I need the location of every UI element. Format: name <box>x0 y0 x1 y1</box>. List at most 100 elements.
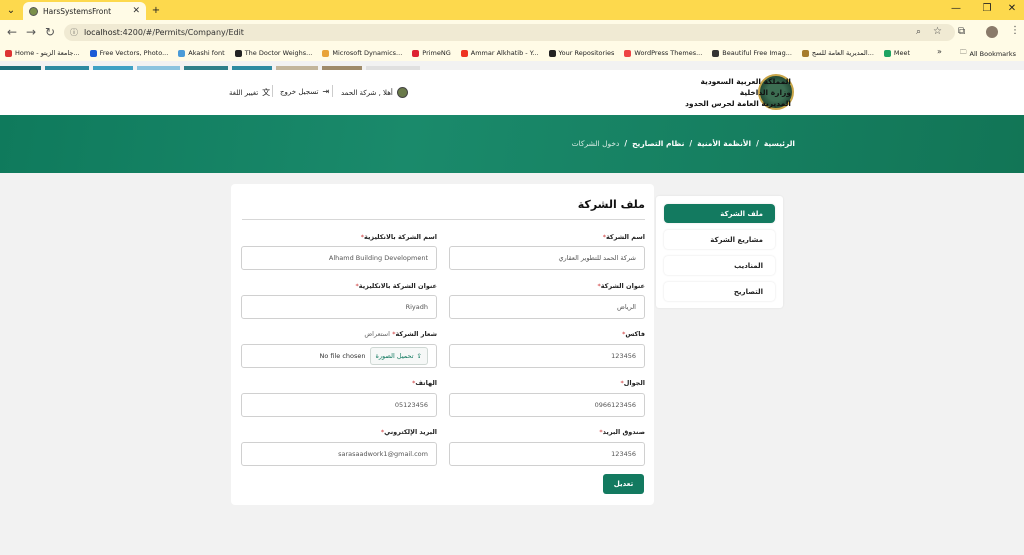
bookmark-label: Meet <box>893 49 911 57</box>
edit-button-label: تعديل <box>613 480 634 488</box>
bookmark-favicon-icon <box>801 49 809 57</box>
bookmark-item[interactable]: Ammar Alkhatib - Y... <box>456 45 544 61</box>
nav-divider <box>332 85 333 97</box>
bookmark-item[interactable]: Home - جامعة الزيتو... <box>0 45 85 61</box>
phone-input[interactable]: 05123456 <box>241 393 437 417</box>
upload-label: تحميل الصورة <box>375 352 414 360</box>
bookmark-favicon-icon <box>460 49 468 57</box>
bookmark-label: Akashi font <box>188 49 225 57</box>
bookmark-item[interactable]: Akashi font <box>173 45 229 61</box>
phone-label: الهاتف* <box>412 379 437 387</box>
mobile-label: الجوال* <box>620 379 645 387</box>
address-bar[interactable]: ⓘ localhost:4200/#/Permits/Company/Edit <box>64 24 955 41</box>
bookmark-item[interactable]: Microsoft Dynamics... <box>317 45 407 61</box>
sidebar-item-label: التصاريح <box>733 287 763 296</box>
back-icon[interactable]: ← <box>5 25 19 39</box>
menu-icon[interactable]: ⋮ <box>1010 25 1020 36</box>
user-greeting[interactable]: أهلا , شركة الحمد <box>341 87 408 98</box>
all-bookmarks[interactable]: 🗀 All Bookmarks <box>960 48 1016 59</box>
company-name-en-input[interactable]: Alhamd Building Development <box>241 246 437 270</box>
company-sidebar: ملف الشركة مشاريع الشركة المناديب التصار… <box>656 196 783 308</box>
bookmark-item[interactable]: Your Repositories <box>544 45 620 61</box>
email-label: البريد الإلكتروني* <box>380 428 437 436</box>
new-tab-button[interactable]: + <box>149 3 163 17</box>
greeting-text: أهلا , شركة الحمد <box>341 88 393 97</box>
company-address-ar-input[interactable]: الرياض <box>449 295 645 319</box>
bookmark-label: Ammar Alkhatib - Y... <box>470 49 539 57</box>
sidebar-item-permits[interactable]: التصاريح <box>664 282 775 301</box>
logo-file-input[interactable]: تحميل الصورة ⇪ No file chosen <box>241 344 437 368</box>
company-name-en-label: اسم الشركة بالانكليزية* <box>360 233 437 241</box>
bookmark-favicon-icon <box>548 49 556 57</box>
bookmark-favicon-icon <box>883 49 891 57</box>
zoom-icon[interactable]: ⌕ <box>916 27 921 37</box>
bookmark-item[interactable]: The Doctor Weighs... <box>230 45 318 61</box>
bookmark-item[interactable]: Beautiful Free Imag... <box>707 45 797 61</box>
logout-icon: ⇥ <box>322 87 330 96</box>
sidebar-item-label: ملف الشركة <box>720 209 763 218</box>
folder-icon: 🗀 <box>960 48 967 56</box>
bookmark-favicon-icon <box>624 49 632 57</box>
mobile-input[interactable]: 0966123456 <box>449 393 645 417</box>
bookmark-favicon-icon <box>322 49 330 57</box>
company-name-ar-label: اسم الشركة* <box>602 233 645 241</box>
site-info-icon[interactable]: ⓘ <box>70 27 78 38</box>
breadcrumb: الرئيسية / الأنظمة الأمنية / نظام التصار… <box>572 139 795 148</box>
company-address-en-input[interactable]: Riyadh <box>241 295 437 319</box>
po-box-input[interactable]: 123456 <box>449 442 645 466</box>
upload-icon: ⇪ <box>416 352 422 360</box>
sidebar-item-label: المناديب <box>734 261 763 270</box>
breadcrumb-home[interactable]: الرئيسية <box>764 139 795 148</box>
bookmark-item[interactable]: PrimeNG <box>407 45 456 61</box>
bookmark-item[interactable]: WordPress Themes... <box>619 45 707 61</box>
header-ministry: وزارة الداخلية <box>739 88 791 97</box>
language-label: تغيير اللغة <box>229 88 259 97</box>
breadcrumb-permits-system[interactable]: نظام التصاريح <box>632 139 684 148</box>
forward-icon[interactable]: → <box>24 25 38 39</box>
upload-image-button[interactable]: تحميل الصورة ⇪ <box>369 347 428 365</box>
breadcrumb-separator: / <box>756 139 759 148</box>
header-directorate: المديرية العامة لحرس الحدود <box>685 99 791 108</box>
bookmark-item[interactable]: Free Vectors, Photo... <box>85 45 174 61</box>
bookmark-label: WordPress Themes... <box>634 49 703 57</box>
company-logo-label: شعار الشركة* استعراض <box>364 330 437 338</box>
breadcrumb-current: دخول الشركات <box>571 139 620 148</box>
profile-avatar[interactable] <box>986 26 998 38</box>
bookmarks-overflow-icon[interactable]: » <box>937 47 942 56</box>
minimize-icon[interactable]: — <box>948 3 964 14</box>
bookmark-favicon-icon <box>178 49 186 57</box>
sidebar-item-delegates[interactable]: المناديب <box>664 256 775 275</box>
title-divider <box>242 219 645 220</box>
tab-close-icon[interactable]: ✕ <box>132 6 140 16</box>
sidebar-item-company-profile[interactable]: ملف الشركة <box>664 204 775 223</box>
restore-icon[interactable]: ❐ <box>979 3 995 14</box>
fax-input[interactable]: 123456 <box>449 344 645 368</box>
page-title: ملف الشركة <box>577 198 645 211</box>
company-name-ar-input[interactable]: شركة الحمد للتطوير العقاري <box>449 246 645 270</box>
no-file-text: No file chosen <box>319 352 366 360</box>
bookmark-star-icon[interactable]: ☆ <box>933 26 942 37</box>
edit-submit-button[interactable]: تعديل <box>603 474 644 494</box>
logout-link[interactable]: تسجيل خروج ⇥ <box>280 87 329 96</box>
email-input[interactable]: sarasaadwork1@gmail.com <box>241 442 437 466</box>
bookmark-label: The Doctor Weighs... <box>244 49 313 57</box>
bookmark-label: المديرية العامة للسج... <box>811 49 874 57</box>
sidebar-item-label: مشاريع الشركة <box>710 235 763 244</box>
sidebar-item-company-projects[interactable]: مشاريع الشركة <box>664 230 775 249</box>
logout-label: تسجيل خروج <box>280 87 319 96</box>
bookmark-label: Beautiful Free Imag... <box>722 49 792 57</box>
window-close-icon[interactable]: ✕ <box>1004 3 1020 14</box>
tab-search-button[interactable]: ⌄ <box>4 3 18 17</box>
language-switch[interactable]: تغيير اللغة 文 <box>229 87 270 98</box>
bookmark-label: Microsoft Dynamics... <box>332 49 403 57</box>
reload-icon[interactable]: ↻ <box>43 25 57 39</box>
extensions-icon[interactable]: ⧉ <box>958 26 965 37</box>
breadcrumb-security-systems[interactable]: الأنظمة الأمنية <box>697 139 751 148</box>
browser-tab[interactable]: HarsSystemsFront ✕ <box>23 2 146 20</box>
bookmark-item[interactable]: المديرية العامة للسج... <box>797 45 879 61</box>
bookmark-item[interactable]: Meet <box>879 45 915 61</box>
url-text: localhost:4200/#/Permits/Company/Edit <box>84 28 244 37</box>
breadcrumb-separator: / <box>624 139 628 148</box>
hero-banner <box>0 115 1024 173</box>
bookmark-favicon-icon <box>234 49 242 57</box>
